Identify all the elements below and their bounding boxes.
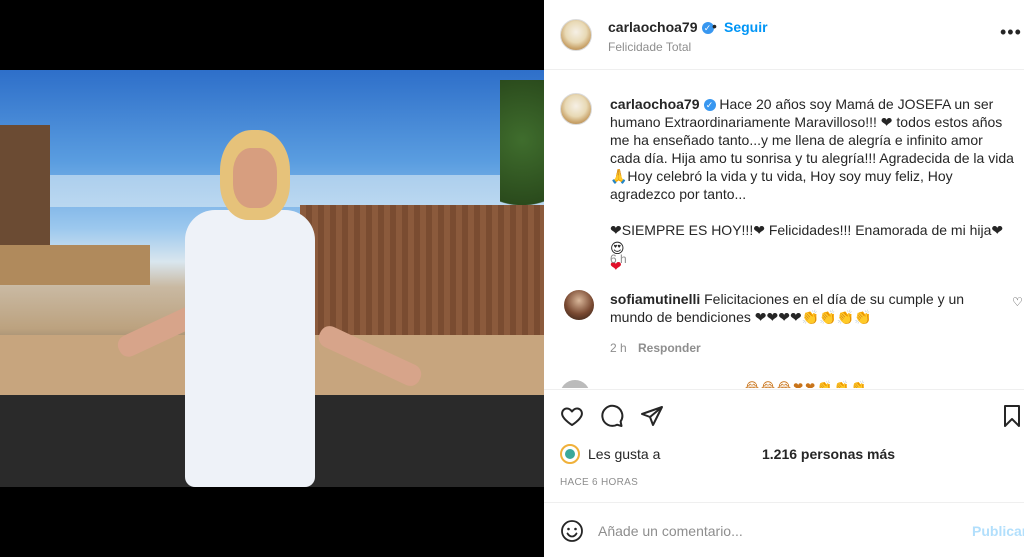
commenter-username[interactable]: sofiamutinelli [610, 291, 700, 307]
post-actions: Les gusta a 1.216 personas más HACE 6 HO… [544, 389, 1024, 557]
author-username[interactable]: carlaochoa79 ✓ [608, 19, 714, 35]
likes-summary: Les gusta a 1.216 personas más [560, 442, 1000, 466]
caption-text: carlaochoa79 ✓ Hace 20 años soy Mamá de J… [610, 95, 1014, 275]
post-details-panel: carlaochoa79 ✓ • Seguir Felicidade Total … [544, 0, 1024, 557]
stone-wall [0, 125, 50, 245]
heart-icon[interactable] [558, 402, 586, 430]
author-username-text[interactable]: carlaochoa79 [608, 19, 698, 35]
next-comment-emojis: 😂😂😂❤❤👏👏👏 [745, 380, 868, 388]
next-comment-partial: 😂😂😂❤❤👏👏👏 [560, 380, 1000, 388]
next-commenter-avatar[interactable] [560, 380, 590, 388]
comment-input[interactable] [598, 520, 958, 542]
verified-icon: ✓ [703, 99, 716, 111]
liker-avatar[interactable] [560, 444, 580, 464]
caption-time[interactable]: 6 h [610, 252, 627, 266]
comment-text: sofiamutinelli Felicitaciones en el día … [610, 290, 980, 326]
caption-username[interactable]: carlaochoa79 [610, 96, 700, 112]
woman-figure [114, 130, 425, 487]
publish-button[interactable]: Publicar [972, 523, 1024, 539]
comment-time[interactable]: 2 h [610, 341, 627, 355]
likes-prefix: Les gusta a [588, 446, 661, 462]
bookmark-icon[interactable] [998, 402, 1024, 430]
caption-avatar[interactable] [560, 93, 592, 125]
separator-dot: • [712, 18, 717, 34]
more-icon[interactable]: ••• [1000, 22, 1022, 43]
posted-ago[interactable]: HACE 6 HORAS [560, 477, 638, 488]
post-media [0, 0, 544, 557]
comment-icon[interactable] [598, 402, 626, 430]
bench [0, 245, 150, 285]
comment-composer: Publicar [544, 502, 1024, 557]
commenter-avatar[interactable] [564, 290, 594, 320]
reply-button[interactable]: Responder [638, 341, 701, 355]
comment-like-icon[interactable]: ♡ [1012, 295, 1023, 309]
post-location[interactable]: Felicidade Total [608, 40, 691, 54]
comments-list[interactable]: carlaochoa79 ✓ Hace 20 años soy Mamá de J… [544, 71, 1024, 388]
emoji-icon[interactable] [560, 519, 584, 543]
wood-fence [300, 205, 544, 335]
likes-count[interactable]: 1.216 personas más [762, 446, 895, 462]
post-photo[interactable] [0, 70, 544, 487]
author-avatar[interactable] [560, 19, 592, 51]
caption-line-2: ❤SIEMPRE ES HOY!!!❤ Felicidades!!! Enamo… [610, 222, 1004, 256]
share-icon[interactable] [638, 402, 666, 430]
follow-button[interactable]: Seguir [724, 19, 768, 35]
post-header: carlaochoa79 ✓ • Seguir Felicidade Total … [544, 0, 1024, 70]
